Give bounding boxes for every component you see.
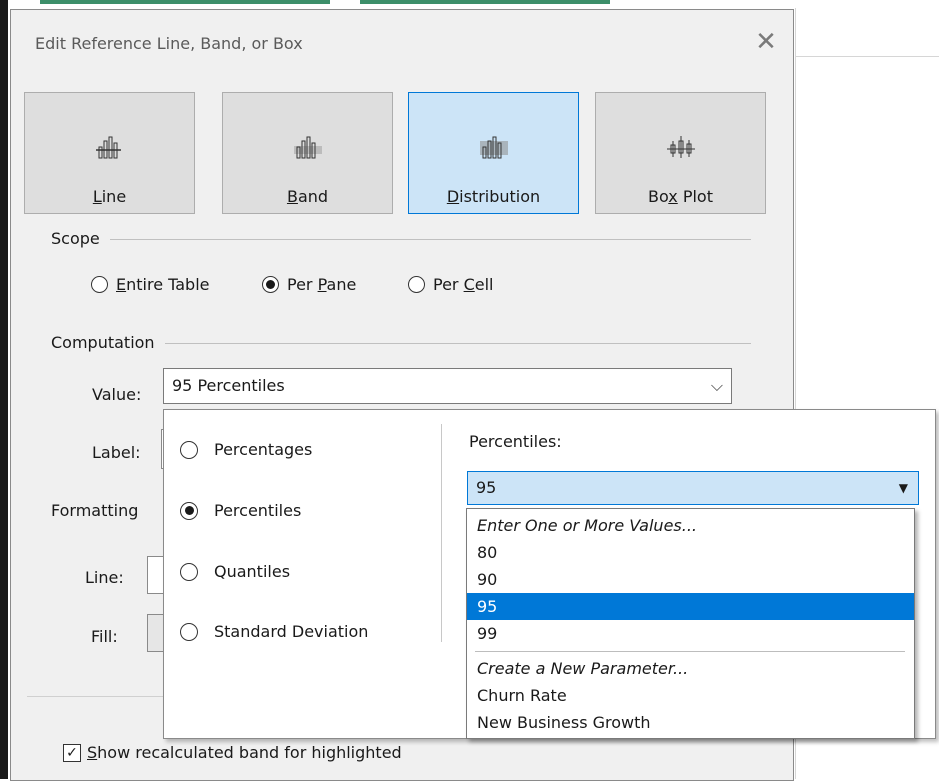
quantiles-label: Quantiles — [214, 562, 291, 581]
formatting-heading: Formatting — [51, 501, 139, 520]
dropdown-separator — [475, 651, 905, 652]
value-label: Value: — [92, 385, 142, 404]
close-icon[interactable]: ✕ — [751, 27, 781, 57]
checkmark-icon: ✓ — [63, 743, 81, 762]
background-tab-strip — [0, 0, 939, 6]
value-combobox-text: 95 Percentiles — [172, 376, 285, 395]
percentages-radio[interactable]: Percentages — [180, 440, 312, 459]
scope-per-pane-label: Per Pane — [287, 275, 357, 294]
reference-distribution-icon — [479, 136, 508, 159]
percentiles-radio[interactable]: Percentiles — [180, 501, 301, 520]
show-recalculated-checkbox[interactable]: ✓ Show recalculated band for highlighted — [63, 743, 402, 762]
list-item[interactable]: 99 — [467, 620, 914, 647]
distribution-type-label: Distribution — [446, 187, 541, 206]
radio-unchecked-icon — [91, 276, 108, 293]
band-type-label: Band — [286, 187, 329, 206]
percentiles-combobox[interactable]: 95 ▼ — [467, 471, 919, 505]
line-type-label: Line — [92, 187, 127, 206]
enter-values-option[interactable]: Enter One or More Values... — [467, 512, 914, 539]
list-item-selected[interactable]: 95 — [467, 593, 914, 620]
radio-checked-icon — [180, 501, 198, 520]
line-type-button[interactable]: Line — [24, 92, 195, 214]
scope-per-cell-label: Per Cell — [433, 275, 494, 294]
dialog-title: Edit Reference Line, Band, or Box — [35, 34, 303, 53]
create-parameter-option[interactable]: Create a New Parameter... — [467, 655, 914, 682]
list-item-parameter[interactable]: Churn Rate — [467, 682, 914, 709]
label-label: Label: — [92, 443, 141, 462]
radio-unchecked-icon — [180, 440, 198, 459]
dropdown-arrow-icon: ▼ — [898, 481, 908, 495]
line-format-label: Line: — [85, 568, 124, 587]
scope-heading: Scope — [51, 229, 110, 248]
distribution-type-button[interactable]: Distribution — [408, 92, 579, 214]
show-recalculated-label: Show recalculated band for highlighted — [87, 743, 402, 762]
reference-band-icon — [293, 136, 322, 159]
percentiles-heading: Percentiles: — [469, 432, 562, 451]
percentiles-dropdown-list: Enter One or More Values... 80 90 95 99 … — [466, 508, 915, 739]
radio-unchecked-icon — [180, 622, 198, 641]
radio-unchecked-icon — [408, 276, 425, 293]
scope-entire-table-radio[interactable]: Entire Table — [91, 275, 210, 294]
quantiles-radio[interactable]: Quantiles — [180, 562, 290, 581]
percentages-label: Percentages — [214, 440, 313, 459]
scope-per-pane-radio[interactable]: Per Pane — [262, 275, 356, 294]
radio-unchecked-icon — [180, 562, 198, 581]
scope-divider — [51, 239, 751, 240]
band-type-button[interactable]: Band — [222, 92, 393, 214]
box-plot-type-button[interactable]: Box Plot — [595, 92, 766, 214]
list-item[interactable]: 90 — [467, 566, 914, 593]
box-plot-type-label: Box Plot — [648, 187, 713, 206]
box-plot-icon — [666, 136, 695, 158]
value-combobox[interactable]: 95 Percentiles ⌵ — [163, 368, 732, 404]
chevron-down-icon: ⌵ — [710, 376, 723, 395]
scope-entire-table-label: Entire Table — [116, 275, 210, 294]
standard-deviation-radio[interactable]: Standard Deviation — [180, 622, 368, 641]
percentiles-option-label: Percentiles — [214, 501, 302, 520]
percentiles-combobox-value: 95 — [476, 478, 497, 497]
fill-format-label: Fill: — [91, 627, 118, 646]
standard-deviation-label: Standard Deviation — [214, 622, 369, 641]
scope-per-cell-radio[interactable]: Per Cell — [408, 275, 494, 294]
computation-heading: Computation — [51, 333, 165, 352]
radio-checked-icon — [262, 276, 279, 293]
list-item-parameter[interactable]: New Business Growth — [467, 709, 914, 736]
list-item[interactable]: 80 — [467, 539, 914, 566]
background-edge — [0, 0, 8, 779]
reference-line-icon — [95, 136, 121, 159]
popup-divider — [441, 424, 442, 642]
